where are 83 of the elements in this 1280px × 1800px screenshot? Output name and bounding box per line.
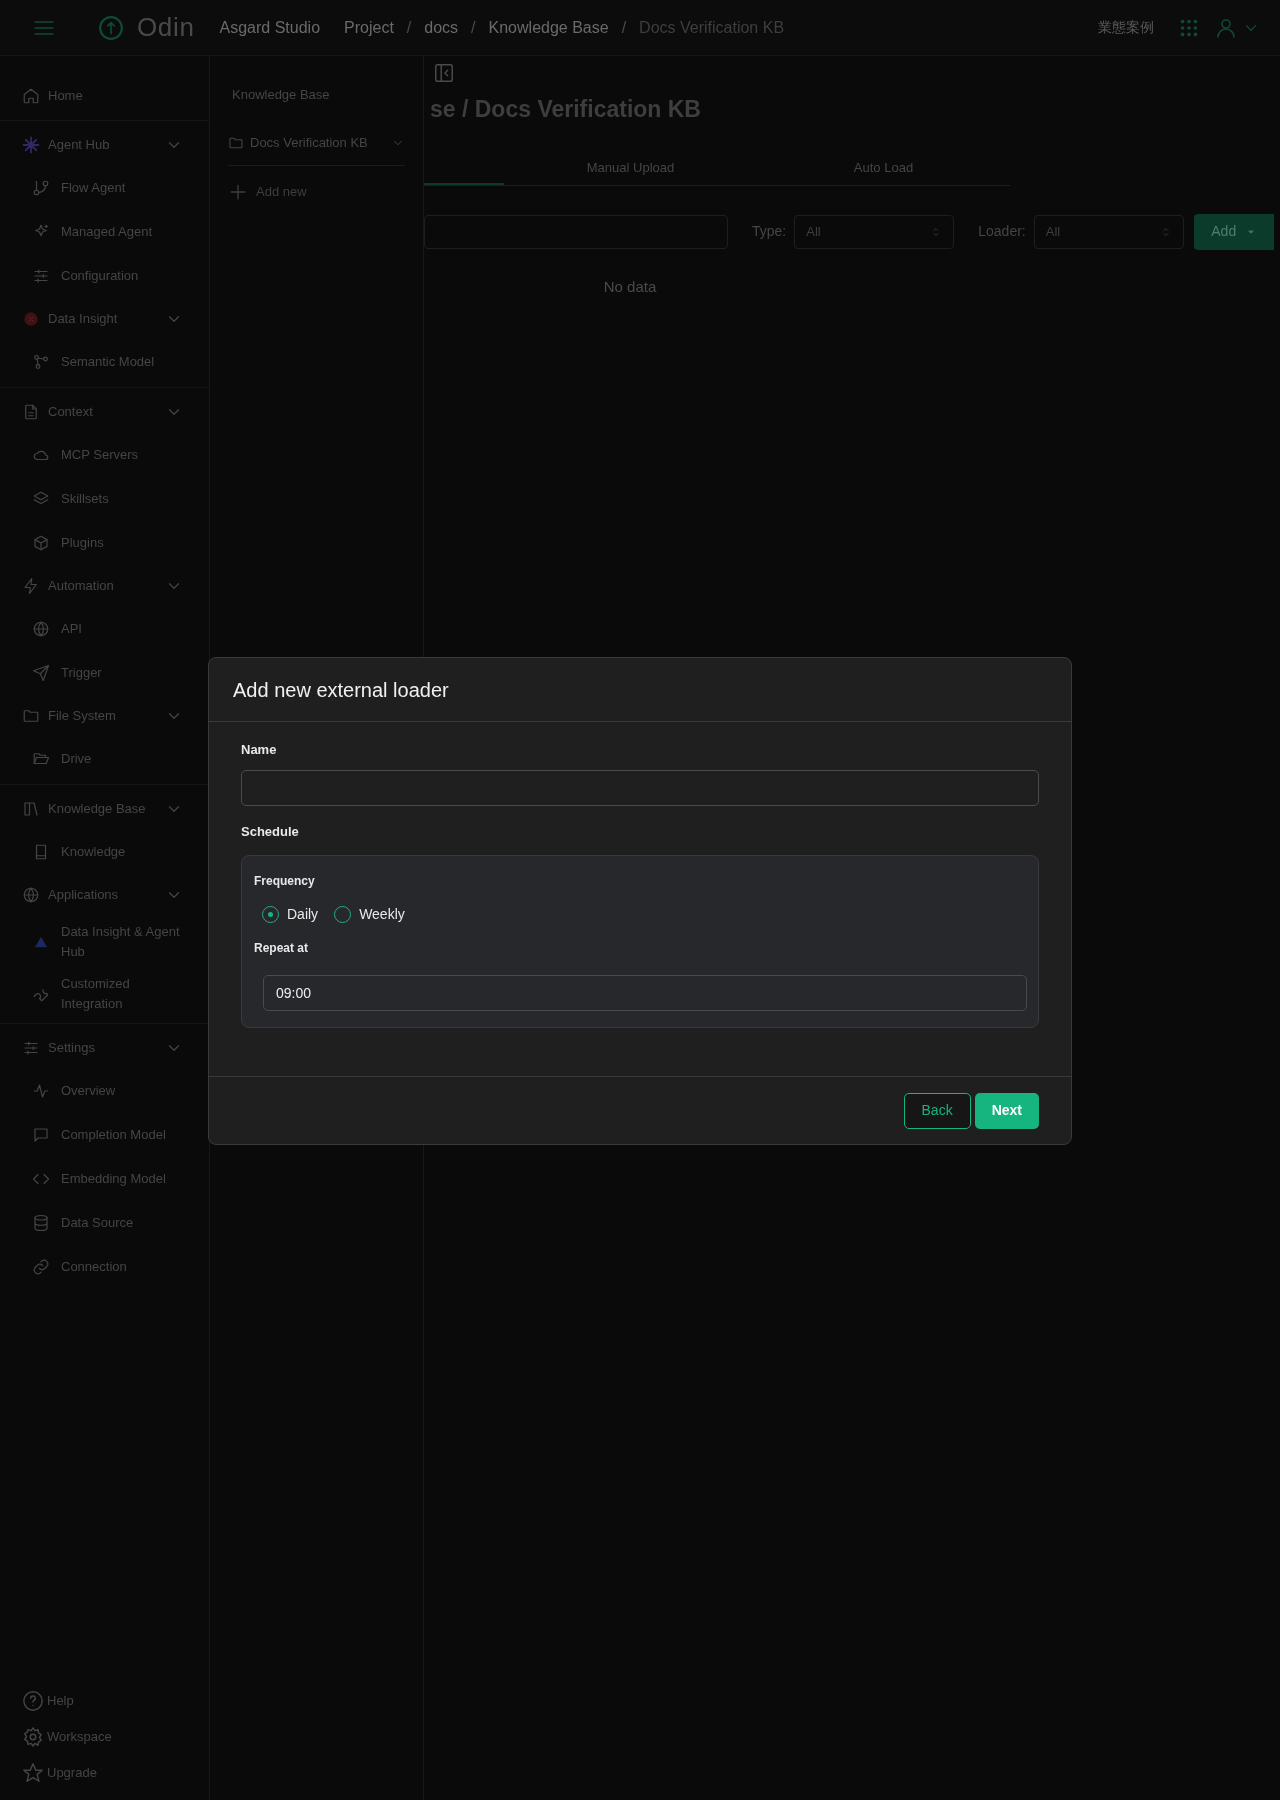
paper-plane-icon — [32, 664, 50, 682]
sidebar-subitem[interactable]: Knowledge — [0, 830, 209, 874]
globe-icon — [22, 886, 40, 904]
language-link[interactable]: 業態案例 — [1098, 17, 1154, 38]
sidebar-subitem[interactable]: Customized Integration — [0, 968, 209, 1020]
nodes-icon — [32, 353, 50, 371]
help-icon — [22, 1690, 44, 1712]
database-icon — [32, 1214, 50, 1232]
globe-icon — [32, 620, 50, 638]
dialog-title: Add new external loader — [209, 658, 1071, 722]
book-icon — [22, 800, 40, 818]
sidebar-subitem[interactable]: Skillsets — [0, 477, 209, 521]
sidebar-subitem[interactable]: Drive — [0, 737, 209, 781]
sidebar-subitem[interactable]: Connection — [0, 1245, 209, 1289]
radio-option[interactable]: Daily — [262, 904, 319, 925]
back-button[interactable]: Back — [903, 1092, 971, 1129]
panel-title: Knowledge Base — [231, 86, 331, 105]
folder-icon — [22, 707, 40, 725]
branch-icon — [32, 179, 50, 197]
filter-label: Loader: — [978, 222, 1026, 241]
breadcrumb-separator: / — [471, 17, 476, 38]
next-button[interactable]: Next — [974, 1092, 1039, 1129]
sidebar-subitem[interactable]: Trigger — [0, 651, 209, 695]
starburst-icon — [22, 136, 40, 154]
empty-message: No data — [602, 276, 658, 297]
time-input[interactable]: 09:00 — [263, 975, 1027, 1011]
sidebar-subitem[interactable]: Embedding Model — [0, 1157, 209, 1201]
breadcrumb-separator: / — [406, 17, 412, 38]
star-icon — [22, 1762, 44, 1784]
sidebar-item[interactable]: Agent Hub — [0, 124, 209, 166]
link-icon — [32, 1258, 50, 1276]
sliders-icon — [32, 267, 50, 285]
tab[interactable]: Manual Upload — [504, 150, 757, 185]
sidebar-subitem[interactable]: Overview — [0, 1069, 209, 1113]
sidebar-subitem[interactable]: Semantic Model — [0, 340, 209, 384]
breadcrumb-separator: / — [621, 17, 627, 38]
sidebar-item[interactable]: Settings — [0, 1027, 209, 1069]
sidebar-item[interactable]: Knowledge Base — [0, 788, 209, 830]
breadcrumb-link[interactable]: Project — [344, 15, 394, 40]
sidebar-subitem[interactable]: Data Source — [0, 1201, 209, 1245]
sidebar-footer-item[interactable]: Upgrade — [22, 1760, 209, 1786]
sidebar-subitem[interactable]: Data Insight & Agent Hub — [0, 916, 209, 968]
sidebar-footer-item[interactable]: Workspace — [22, 1724, 209, 1750]
breadcrumb-link[interactable]: Knowledge Base — [488, 15, 609, 40]
filter-label: Type: — [752, 222, 787, 241]
document-icon — [22, 403, 40, 421]
home-icon — [22, 87, 40, 105]
pulse-icon — [32, 1082, 50, 1100]
sidebar-subitem[interactable]: MCP Servers — [0, 433, 209, 477]
sidebar-footer-item[interactable]: Help — [22, 1688, 209, 1714]
sidebar-item[interactable]: Home — [0, 75, 209, 117]
sidebar-subitem[interactable]: Managed Agent — [0, 210, 209, 254]
tab[interactable]: Auto Load — [757, 150, 1010, 185]
field-label: Repeat at — [254, 940, 310, 957]
sidebar-subitem[interactable]: Configuration — [0, 254, 209, 298]
sidebar-item[interactable]: Context — [0, 391, 209, 433]
breadcrumb-link[interactable]: Asgard Studio — [219, 15, 321, 40]
collapse-panel-icon[interactable] — [433, 62, 455, 84]
plus-icon — [228, 182, 248, 202]
sidebar-subitem[interactable]: Flow Agent — [0, 166, 209, 210]
folder-item[interactable]: Docs Verification KB — [228, 120, 405, 166]
sliders-icon — [22, 1039, 40, 1057]
field-label: Schedule — [241, 822, 300, 841]
sidebar-subitem[interactable]: Completion Model — [0, 1113, 209, 1157]
sidebar-item[interactable]: Applications — [0, 874, 209, 916]
app-name: Odin — [137, 11, 195, 44]
sidebar-subitem[interactable]: Plugins — [0, 521, 209, 565]
chat-bubble-icon — [32, 1126, 50, 1144]
settings-icon — [22, 1726, 44, 1748]
add-button[interactable]: Add — [1193, 213, 1274, 250]
sidebar-item[interactable]: Data Insight — [0, 298, 209, 340]
lightning-icon — [22, 577, 40, 595]
round-badge-icon — [22, 310, 40, 328]
name-input[interactable] — [241, 769, 1039, 806]
field-label: Name — [241, 741, 278, 759]
sidebar-item[interactable]: Automation — [0, 565, 209, 607]
breadcrumb-link[interactable]: docs — [424, 15, 459, 40]
field-label: Frequency — [254, 873, 316, 890]
sidebar-subitem[interactable]: API — [0, 607, 209, 651]
cube-icon — [32, 534, 50, 552]
sidebar-item[interactable]: File System — [0, 695, 209, 737]
radio-option[interactable]: Weekly — [334, 904, 405, 925]
logo-icon — [98, 14, 124, 41]
